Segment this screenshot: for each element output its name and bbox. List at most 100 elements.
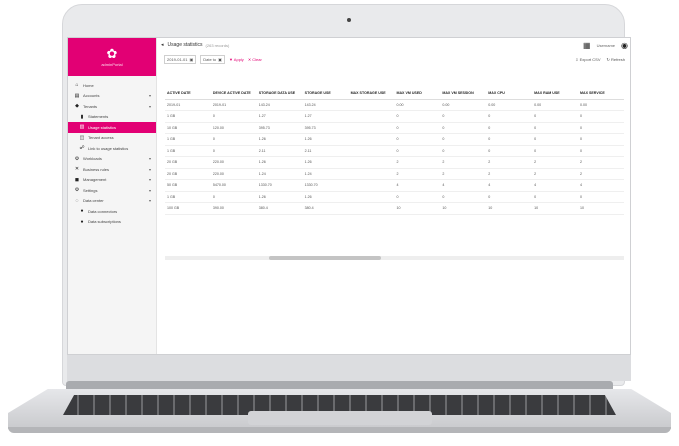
collapse-sidebar-icon[interactable]: ◂ [161, 42, 164, 48]
table-cell: 0 [486, 191, 533, 203]
calendar-icon: ▣ [218, 56, 222, 62]
sidebar-nav: ⌂ Home ▤ Accounts ▾ ◆ Tenants ▾ ▮ Statements ▥ Usag… [68, 76, 156, 227]
table-cell: 0 [440, 133, 487, 146]
table-row[interactable]: 50 GB 5470.00 1330.70 1330.70 4 4 4 4 4 [165, 179, 624, 192]
table-cell: 0 [532, 122, 579, 134]
table-cell: 0 [486, 110, 533, 123]
sidebar-item-link-to-usage-statistics[interactable]: ☍ Link to usage statistics [68, 143, 156, 154]
sidebar-item-workloads[interactable]: ⚙ Workloads ▾ [68, 154, 156, 165]
table-row[interactable]: 1 GB 0 1.26 1.26 0 0 0 0 0 [165, 133, 624, 146]
scrollbar-thumb[interactable] [269, 256, 381, 260]
table-cell: 395.73 [302, 122, 349, 134]
table-cell: 10 [394, 202, 441, 215]
table-cell: 1 GB [165, 145, 211, 157]
table-cell: 0 [440, 122, 487, 134]
date-to-field[interactable]: Date to ▣ [200, 54, 225, 64]
table-header-row: ACTIVE DATE DEVICE ACTIVE DATE STORAGE DAT… [165, 88, 624, 100]
base-foot [8, 427, 671, 433]
table-cell [348, 202, 395, 215]
table-cell: 1.26 [302, 156, 349, 169]
table-row[interactable]: 20 GB 220.00 1.24 1.24 2 2 2 2 2 [165, 168, 624, 180]
usage-table: ACTIVE DATE DEVICE ACTIVE DATE STORAGE DAT… [165, 88, 624, 215]
column-header[interactable]: MAX SERVICE [578, 88, 624, 100]
column-header[interactable]: STORAGE DATA USE [256, 88, 303, 100]
table-cell: 0 [532, 191, 579, 203]
table-row[interactable]: 100 GB 390.00 380.4 380.4 10 10 10 10 10 [165, 202, 624, 215]
table-cell [348, 156, 395, 169]
table-row[interactable]: 1 GB 0 1.27 1.27 0 0 0 0 0 [165, 110, 624, 123]
table-cell: 2 [578, 156, 624, 169]
table-cell: 1 GB [165, 110, 211, 123]
table-cell: 50 GB [165, 179, 211, 192]
sidebar-item-label: Usage statistics [88, 124, 117, 130]
sidebar-item-data-subscriptions[interactable]: ● Data subscriptions [68, 217, 156, 228]
date-from-field[interactable]: 2019-01-01 ▣ [164, 54, 197, 64]
table-cell: 390.00 [210, 202, 257, 215]
table-cell: 0.00 [486, 99, 533, 111]
apply-filter-button[interactable]: ▼ Apply [229, 57, 244, 62]
column-header[interactable]: DEVICE ACTIVE DATE [210, 88, 257, 100]
sidebar-item-label: Accounts [83, 93, 100, 99]
usage-table-container[interactable]: ACTIVE DATE DEVICE ACTIVE DATE STORAGE DAT… [165, 88, 624, 238]
table-cell: 100 GB [165, 202, 211, 215]
column-header[interactable]: MAX RAM USE [532, 88, 579, 100]
table-row[interactable]: 1 GB 0 1.26 1.26 0 0 0 0 0 [165, 191, 624, 203]
table-row[interactable]: 1 GB 0 2.11 2.11 0 0 0 0 0 [165, 145, 624, 157]
sidebar-item-accounts[interactable]: ▤ Accounts ▾ [68, 91, 156, 102]
chevron-down-icon: ▾ [148, 198, 151, 204]
sidebar-item-label: Settings [83, 187, 98, 193]
column-header[interactable]: MAX CPU [486, 88, 533, 100]
export-csv-button[interactable]: ⇩ Export CSV [575, 57, 600, 62]
sidebar-item-data-connectors[interactable]: ● Data connectors [68, 206, 156, 217]
horizontal-scrollbar[interactable] [165, 256, 624, 260]
table-cell: 2019-01 [210, 99, 257, 111]
column-header[interactable]: STORAGE USE [302, 88, 349, 100]
clear-filter-button[interactable]: ✕ Clear [248, 57, 262, 62]
table-row[interactable]: 20 GB 220.00 1.26 1.26 2 2 2 2 2 [165, 156, 624, 169]
key-icon: ◫ [79, 134, 85, 141]
table-cell: 1.27 [256, 110, 303, 123]
refresh-button[interactable]: ↻ Refresh [607, 57, 625, 62]
table-cell: 0.00 [532, 99, 579, 111]
table-cell: 1.26 [302, 191, 349, 203]
sidebar-item-business-rules[interactable]: ✕ Business rules ▾ [68, 164, 156, 175]
table-cell: 1330.70 [256, 179, 303, 192]
table-cell: 1.24 [302, 168, 349, 180]
sidebar-item-home[interactable]: ⌂ Home [68, 80, 156, 91]
column-header[interactable]: MAX STORAGE USE [348, 88, 395, 100]
column-header[interactable]: ACTIVE DATE [165, 88, 211, 100]
table-row[interactable]: 10 GB 120.00 395.73 395.73 0 0 0 0 0 [165, 122, 624, 134]
sidebar-item-label: Statements [88, 114, 109, 120]
table-row[interactable]: 2019-01 2019-01 143.24 143.24 0.00 0.00 0.00 0.… [165, 99, 624, 111]
sidebar-item-usage-statistics[interactable]: ▥ Usage statistics [68, 122, 156, 133]
apps-grid-icon[interactable]: ▦ [583, 41, 591, 50]
sidebar-item-label: Data connectors [88, 208, 118, 214]
table-cell: 0 [394, 110, 441, 123]
export-label: Export CSV [579, 56, 601, 62]
user-avatar-icon[interactable]: ◉ [621, 41, 628, 50]
sidebar-item-tenant-access[interactable]: ◫ Tenant access [68, 133, 156, 144]
table-cell: 120.00 [210, 122, 257, 134]
column-header[interactable]: MAX VM SESSION [440, 88, 487, 100]
sidebar-item-label: Management [83, 177, 107, 183]
brand-banner[interactable]: ✿ adminPortal [68, 38, 156, 76]
table-cell: 1.27 [302, 110, 349, 123]
table-cell: 2 [440, 156, 487, 169]
sidebar-item-statements[interactable]: ▮ Statements [68, 112, 156, 123]
table-cell: 1.26 [302, 133, 349, 146]
sidebar-item-tenants[interactable]: ◆ Tenants ▾ [68, 101, 156, 112]
table-cell: 0 [394, 133, 441, 146]
table-body: 2019-01 2019-01 143.24 143.24 0.00 0.00 0.00 0.… [165, 99, 624, 215]
sidebar-item-data-center[interactable]: ◌ Data center ▾ [68, 196, 156, 207]
table-cell: 0 [532, 133, 579, 146]
table-cell: 5470.00 [210, 179, 257, 192]
table-cell: 10 [532, 202, 579, 215]
column-header[interactable]: MAX VM USED [394, 88, 441, 100]
sidebar-item-settings[interactable]: ⚙ Settings ▾ [68, 185, 156, 196]
table-cell: 0 [578, 122, 624, 134]
table-cell: 4 [578, 179, 624, 192]
sidebar-item-management[interactable]: ◼ Management ▾ [68, 175, 156, 186]
username[interactable]: Username [597, 43, 615, 48]
table-cell: 0 [394, 145, 441, 157]
refresh-label: Refresh [610, 56, 625, 62]
